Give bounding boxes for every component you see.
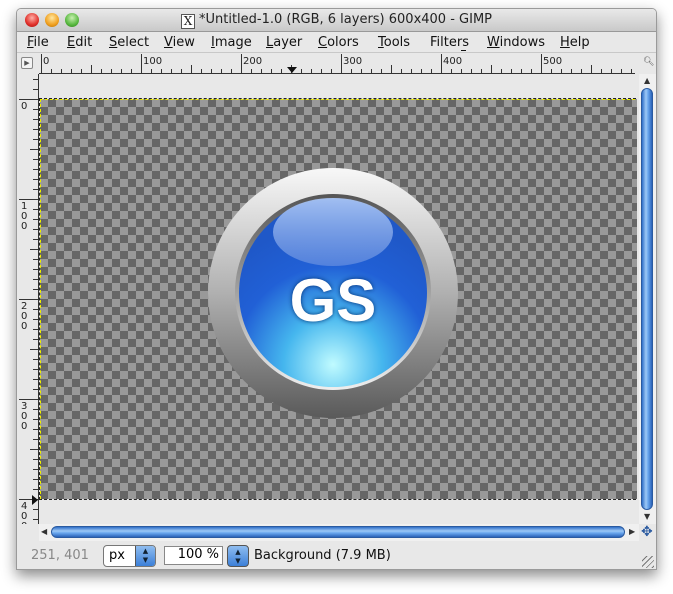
- ruler-pointer-marker: [32, 495, 38, 505]
- menu-windows[interactable]: Windows: [487, 35, 545, 50]
- zoom-magnifier-icon[interactable]: 🔍︎: [643, 57, 654, 67]
- scroll-up-arrow-icon[interactable]: ▲: [644, 76, 650, 85]
- ruler-label: 100: [143, 56, 162, 67]
- horizontal-scroll-thumb[interactable]: [51, 526, 625, 538]
- gloss-highlight: [273, 198, 393, 266]
- ruler-label: 0: [21, 321, 27, 332]
- ruler-label: 400: [443, 56, 462, 67]
- menu-colors[interactable]: Colors: [318, 35, 359, 50]
- scroll-down-arrow-icon[interactable]: ▼: [644, 512, 650, 521]
- menu-bar: File Edit Select View Image Layer Colors Tools F…: [17, 33, 656, 53]
- ruler-label: 200: [243, 56, 262, 67]
- resize-grip-icon[interactable]: [642, 556, 654, 568]
- ruler-label: 0: [43, 56, 49, 67]
- menu-help[interactable]: Help: [560, 35, 590, 50]
- scroll-left-arrow-icon[interactable]: ◀: [41, 527, 47, 536]
- gimp-image-window: X *Untitled-1.0 (RGB, 6 layers) 600x400 -…: [16, 8, 657, 570]
- horizontal-scrollbar[interactable]: ◀ ▶: [39, 524, 639, 541]
- scroll-right-arrow-icon[interactable]: ▶: [629, 527, 635, 536]
- unit-selector[interactable]: px ▲ ▼: [103, 545, 156, 567]
- vertical-scroll-thumb[interactable]: [641, 88, 653, 510]
- menu-tools[interactable]: Tools: [378, 35, 410, 50]
- unit-dropdown-icon[interactable]: ▲ ▼: [135, 546, 155, 566]
- pointer-coordinates: 251, 401: [31, 548, 89, 563]
- ruler-label: 500: [543, 56, 562, 67]
- ruler-label: 300: [343, 56, 362, 67]
- zoom-field[interactable]: 100 %: [164, 546, 223, 565]
- zoom-dropdown-icon[interactable]: ▲ ▼: [227, 545, 249, 567]
- menu-edit[interactable]: Edit: [67, 35, 92, 50]
- menu-select[interactable]: Select: [109, 35, 149, 50]
- horizontal-ruler[interactable]: 0 100 200 300 400 500: [39, 54, 635, 74]
- gs-text: GS: [290, 267, 377, 334]
- ruler-label: 0: [21, 521, 27, 524]
- mnemonic-underline: [461, 50, 466, 51]
- window-title-text: *Untitled-1.0 (RGB, 6 layers) 600x400 - …: [198, 12, 492, 27]
- vertical-scrollbar[interactable]: ▲ ▼: [639, 74, 656, 524]
- menu-layer[interactable]: Layer: [266, 35, 302, 50]
- quick-mask-toggle-icon[interactable]: ▶: [21, 57, 33, 69]
- navigate-move-icon[interactable]: ✥: [641, 524, 653, 540]
- canvas-area[interactable]: GS GS: [39, 74, 637, 524]
- status-bar: 251, 401 px ▲ ▼ 100 % ▲ ▼ Background (7.9 M…: [17, 542, 656, 569]
- ruler-label: 0: [21, 421, 27, 432]
- window-title: X *Untitled-1.0 (RGB, 6 layers) 600x400 -…: [17, 12, 656, 29]
- x11-icon: X: [180, 14, 195, 29]
- unit-value: px: [109, 548, 125, 563]
- button-artwork: GS GS: [208, 168, 458, 418]
- menu-file[interactable]: File: [27, 35, 49, 50]
- ruler-pointer-marker: [287, 67, 297, 73]
- image-canvas[interactable]: GS GS: [39, 98, 637, 500]
- menu-image[interactable]: Image: [211, 35, 252, 50]
- title-bar: X *Untitled-1.0 (RGB, 6 layers) 600x400 -…: [17, 9, 656, 32]
- vertical-ruler[interactable]: 0100200300400: [19, 74, 39, 524]
- ruler-label: 0: [21, 101, 27, 112]
- layer-info: Background (7.9 MB): [254, 548, 391, 563]
- ruler-label: 0: [21, 221, 27, 232]
- menu-view[interactable]: View: [164, 35, 195, 50]
- menu-filters[interactable]: Filters: [430, 35, 469, 50]
